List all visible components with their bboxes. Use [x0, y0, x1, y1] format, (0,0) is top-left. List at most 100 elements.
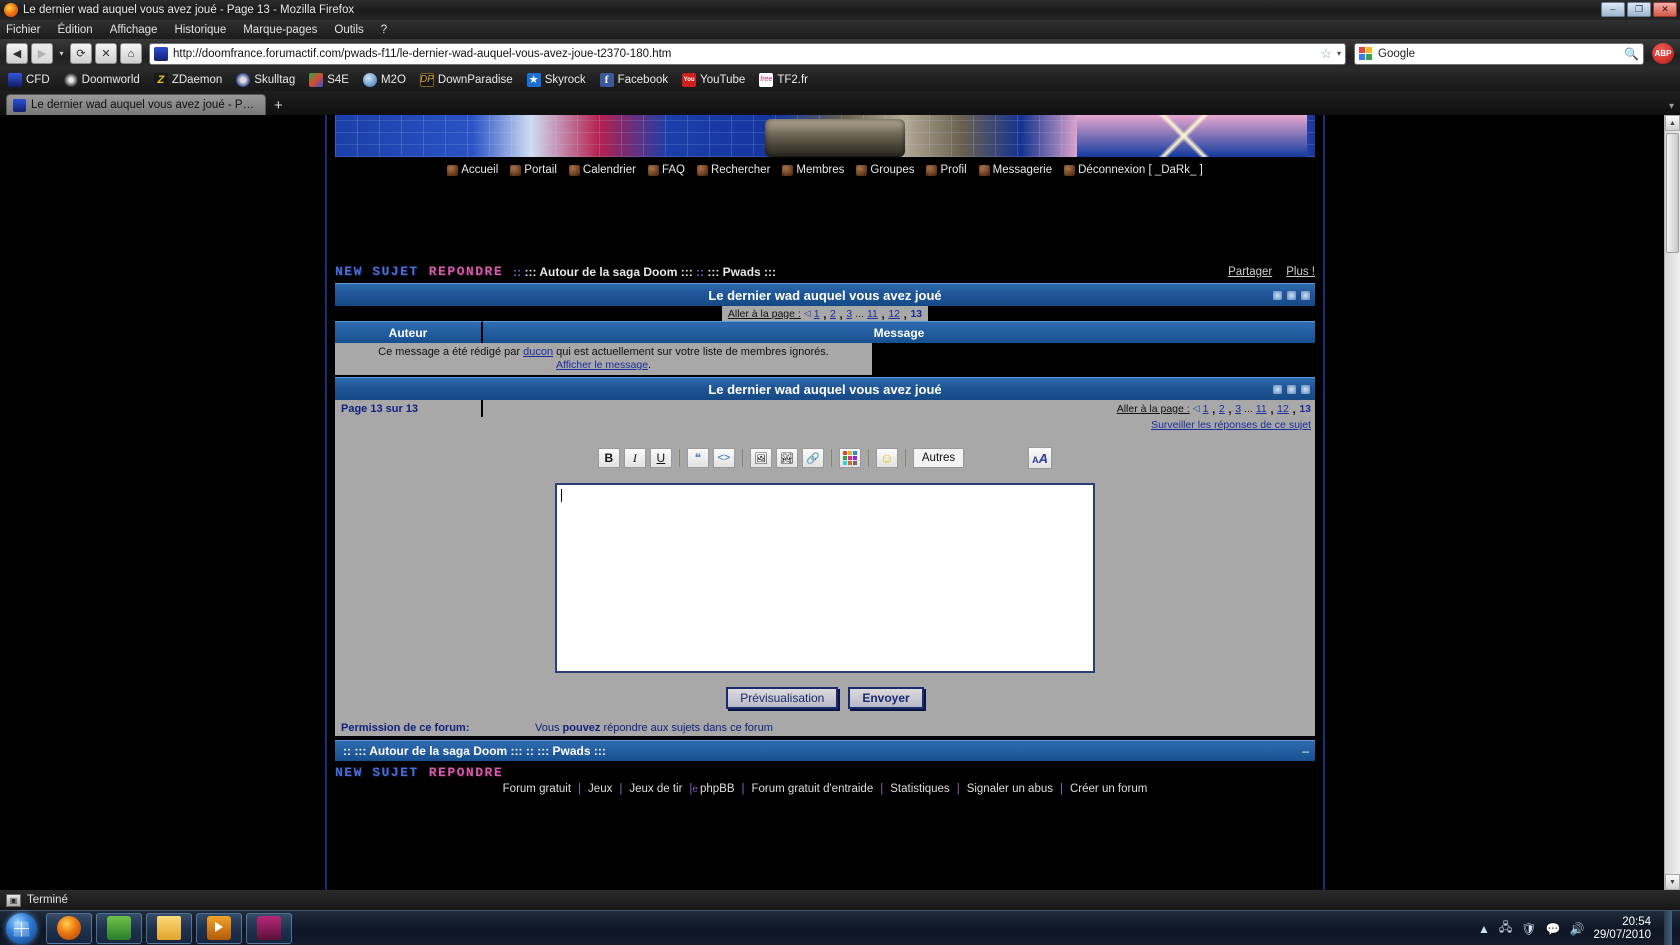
- bookmark-tf2[interactable]: free TF2.fr: [759, 72, 808, 87]
- show-message-link[interactable]: Afficher le message: [556, 359, 648, 371]
- taskbar-item-folder[interactable]: [146, 912, 192, 944]
- minimize-button[interactable]: –: [1601, 2, 1625, 17]
- print-topic-icon-bottom[interactable]: [1273, 384, 1282, 394]
- taskbar-item-doom[interactable]: [246, 912, 292, 944]
- font-color-button[interactable]: [838, 448, 861, 468]
- menu-edition[interactable]: Édition: [58, 24, 93, 36]
- volume-icon[interactable]: 🔊: [1569, 922, 1584, 936]
- footer-link-entraide[interactable]: Forum gratuit d'entraide: [745, 783, 881, 795]
- smiley-button[interactable]: ☺: [875, 448, 898, 468]
- search-input[interactable]: Google: [1378, 48, 1619, 60]
- preview-button[interactable]: Prévisualisation: [726, 687, 839, 709]
- clock[interactable]: 20:54 29/07/2010: [1593, 916, 1651, 942]
- nav-faq[interactable]: FAQ: [647, 164, 685, 176]
- search-bar[interactable]: Google 🔍: [1354, 42, 1644, 65]
- bold-button[interactable]: B: [597, 448, 620, 468]
- page-link-12[interactable]: 12: [888, 308, 900, 320]
- nav-deconnexion[interactable]: Déconnexion [ _DaRk_ ]: [1064, 164, 1203, 176]
- footer-link-creer-forum[interactable]: Créer un forum: [1063, 783, 1154, 795]
- footer-link-jeux[interactable]: Jeux: [581, 783, 619, 795]
- share-link[interactable]: Partager: [1228, 266, 1272, 278]
- page-link-12-bottom[interactable]: 12: [1277, 403, 1289, 415]
- bookmark-s4e[interactable]: S4E: [309, 72, 349, 87]
- scroll-down-arrow-icon[interactable]: ▼: [1665, 874, 1680, 890]
- new-topic-button-bottom[interactable]: NEW SUJET: [335, 765, 419, 780]
- bookmark-cfd[interactable]: CFD: [8, 72, 50, 87]
- footer-link-jeux-de-tir[interactable]: Jeux de tir: [622, 783, 689, 795]
- message-textarea[interactable]: [555, 483, 1095, 673]
- nav-calendrier[interactable]: Calendrier: [568, 164, 636, 176]
- footer-link-forum-gratuit[interactable]: Forum gratuit: [496, 783, 578, 795]
- scrollbar-thumb[interactable]: [1666, 133, 1679, 253]
- home-icon[interactable]: ⌂: [120, 43, 142, 64]
- previous-page-icon-bottom[interactable]: ◁: [1193, 403, 1200, 414]
- bookmark-doomworld[interactable]: Doomworld: [63, 72, 140, 87]
- page-scrollbar[interactable]: ▲ ▼: [1664, 115, 1680, 890]
- breadcrumb-forum[interactable]: ::: Autour de la saga Doom :::: [524, 265, 692, 279]
- page-link-11-bottom[interactable]: 11: [1256, 403, 1267, 415]
- bookmark-downparadise[interactable]: DP DownParadise: [419, 72, 513, 87]
- page-link-3-bottom[interactable]: 3: [1235, 403, 1241, 415]
- others-button[interactable]: Autres: [912, 448, 965, 468]
- breadcrumb-subforum[interactable]: ::: Pwads :::: [707, 265, 776, 279]
- topic-options-icon-bottom[interactable]: [1301, 384, 1310, 394]
- reply-button-bottom[interactable]: REPONDRE: [429, 765, 503, 780]
- back-arrow-icon[interactable]: ◀: [6, 43, 28, 64]
- start-button[interactable]: [0, 911, 42, 945]
- footer-link-phpbb[interactable]: phpBB: [700, 783, 742, 795]
- messenger-icon[interactable]: 💬: [1546, 922, 1561, 936]
- forward-arrow-icon[interactable]: ▶: [31, 43, 53, 64]
- collapse-icon[interactable]: –: [1302, 744, 1309, 758]
- page-link-1[interactable]: 1: [814, 308, 820, 320]
- list-all-tabs-icon[interactable]: ▾: [1669, 101, 1674, 112]
- search-icon[interactable]: 🔍: [1624, 47, 1639, 61]
- stop-icon[interactable]: ✕: [95, 43, 117, 64]
- menu-outils[interactable]: Outils: [334, 24, 363, 36]
- page-link-2-bottom[interactable]: 2: [1219, 403, 1225, 415]
- nav-profil[interactable]: Profil: [926, 164, 967, 176]
- email-topic-icon-bottom[interactable]: [1287, 384, 1296, 394]
- bookmark-zdaemon[interactable]: Z ZDaemon: [153, 72, 222, 87]
- bookmark-facebook[interactable]: f Facebook: [599, 72, 668, 87]
- new-topic-button[interactable]: NEW SUJET: [335, 264, 419, 279]
- topic-options-icon[interactable]: [1301, 290, 1310, 300]
- bookmark-skyrock[interactable]: ★ Skyrock: [526, 72, 586, 87]
- taskbar-item-media-player[interactable]: [196, 912, 242, 944]
- url-text[interactable]: http://doomfrance.forumactif.com/pwads-f…: [173, 48, 1315, 60]
- quote-button[interactable]: ❝: [686, 448, 709, 468]
- nav-groupes[interactable]: Groupes: [856, 164, 914, 176]
- nav-membres[interactable]: Membres: [782, 164, 844, 176]
- watch-topic-link[interactable]: Surveiller les réponses de ce sujet: [1151, 419, 1311, 431]
- history-dropdown-icon[interactable]: ▾: [56, 43, 67, 64]
- underline-button[interactable]: U: [649, 448, 672, 468]
- tab-active[interactable]: Le dernier wad auquel vous avez joué - P…: [6, 94, 266, 115]
- footer-subforum-link[interactable]: ::: Pwads :::: [537, 744, 606, 758]
- previous-page-icon[interactable]: ◁: [804, 308, 811, 319]
- nav-accueil[interactable]: Accueil: [447, 164, 498, 176]
- reply-button[interactable]: REPONDRE: [429, 264, 503, 279]
- page-link-2[interactable]: 2: [830, 308, 836, 320]
- more-link[interactable]: Plus !: [1286, 266, 1315, 278]
- italic-button[interactable]: I: [623, 448, 646, 468]
- bookmark-skulltag[interactable]: Skulltag: [236, 72, 295, 87]
- footer-link-signaler-abus[interactable]: Signaler un abus: [960, 783, 1060, 795]
- close-button[interactable]: ✕: [1653, 2, 1677, 17]
- menu-historique[interactable]: Historique: [174, 24, 226, 36]
- bookmark-youtube[interactable]: You YouTube: [682, 72, 745, 87]
- code-button[interactable]: <>: [712, 448, 735, 468]
- insert-link-button[interactable]: 🔗: [801, 448, 824, 468]
- footer-link-statistiques[interactable]: Statistiques: [883, 783, 956, 795]
- menu-marque-pages[interactable]: Marque-pages: [243, 24, 317, 36]
- send-button[interactable]: Envoyer: [848, 687, 924, 709]
- network-icon[interactable]: 🖧: [1499, 918, 1512, 939]
- menu-aide[interactable]: ?: [381, 24, 387, 36]
- taskbar-item-explorer[interactable]: [96, 912, 142, 944]
- url-bar[interactable]: http://doomfrance.forumactif.com/pwads-f…: [149, 42, 1346, 65]
- nav-rechercher[interactable]: Rechercher: [696, 164, 770, 176]
- footer-forum-link[interactable]: ::: Autour de la saga Doom :::: [354, 744, 522, 758]
- show-desktop-button[interactable]: [1664, 911, 1672, 945]
- taskbar-item-firefox[interactable]: [46, 912, 92, 944]
- chevron-down-icon[interactable]: ▾: [1337, 49, 1341, 58]
- show-hidden-icons-icon[interactable]: ▲: [1478, 922, 1490, 936]
- security-shield-icon[interactable]: 🛡: [1521, 922, 1536, 936]
